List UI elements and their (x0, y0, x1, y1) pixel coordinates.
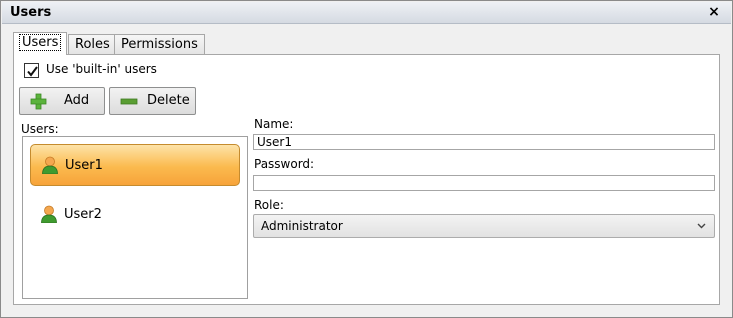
tab-permissions-label: Permissions (121, 37, 198, 52)
role-label: Role: (254, 198, 284, 212)
password-field[interactable] (253, 175, 715, 191)
user-icon (41, 205, 57, 223)
chevron-down-icon (697, 223, 706, 229)
builtin-users-label: Use 'built-in' users (46, 62, 157, 76)
delete-button-label: Delete (147, 93, 190, 108)
list-item[interactable]: User2 (30, 194, 240, 236)
tab-users[interactable]: Users (13, 32, 68, 55)
tab-permissions[interactable]: Permissions (114, 34, 205, 54)
users-list[interactable]: User1 User2 (22, 136, 248, 299)
tab-roles[interactable]: Roles (68, 34, 117, 54)
user-name: User2 (64, 207, 102, 222)
user-icon (42, 156, 58, 174)
password-label: Password: (254, 157, 315, 171)
tab-users-label: Users (18, 34, 62, 51)
user-name: User1 (65, 158, 103, 173)
title-bar: Users × (2, 2, 731, 24)
checkmark-icon (27, 66, 38, 77)
role-selected-value: Administrator (261, 219, 343, 233)
plus-icon (30, 93, 47, 110)
builtin-users-checkbox[interactable] (24, 63, 39, 78)
name-field[interactable]: User1 (253, 134, 715, 150)
delete-button[interactable]: Delete (109, 87, 196, 115)
add-button-label: Add (64, 93, 90, 108)
list-item[interactable]: User1 (30, 144, 240, 186)
window-title: Users (10, 5, 52, 20)
role-select[interactable]: Administrator (253, 214, 715, 238)
users-window: Users × Users Roles Permissions Use 'bui… (0, 0, 733, 318)
users-list-label: Users: (21, 122, 59, 136)
users-tab-panel: Use 'built-in' users Add Delete Users: U… (13, 54, 720, 305)
minus-icon (120, 98, 138, 105)
name-label: Name: (254, 117, 294, 131)
close-icon[interactable]: × (707, 4, 721, 20)
tab-roles-label: Roles (75, 37, 110, 52)
add-button[interactable]: Add (19, 87, 105, 115)
